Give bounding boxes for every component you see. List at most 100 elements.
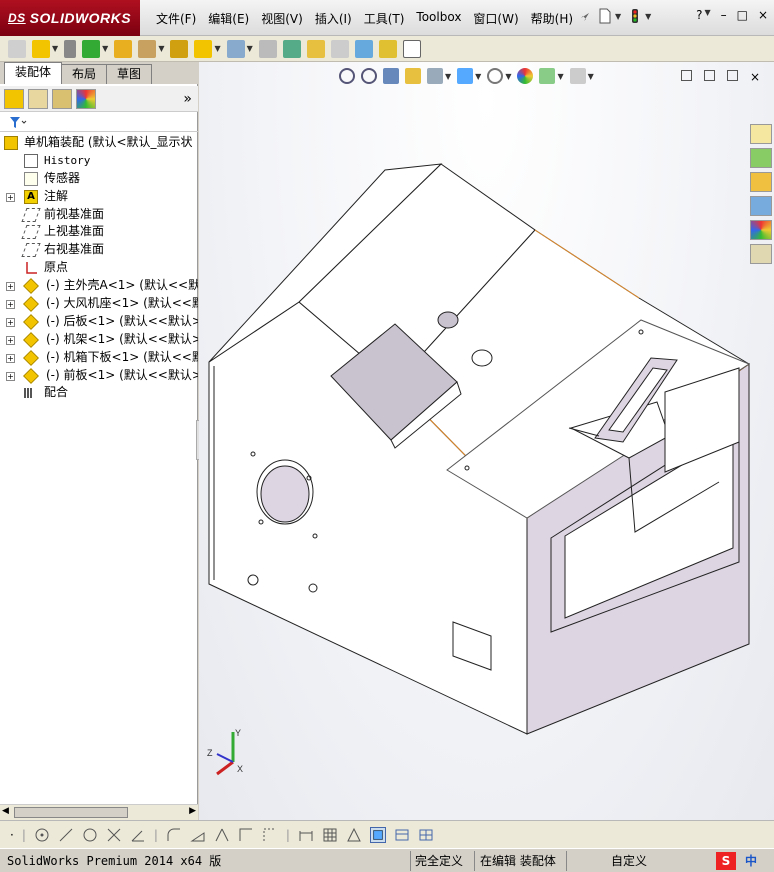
chevron-down-icon[interactable]: ▼ <box>615 12 621 21</box>
tree-item[interactable]: + (-) 机架<1> (默认<<默认>_显 <box>0 331 198 349</box>
chevron-down-icon[interactable]: ▼ <box>52 44 58 53</box>
chamfer-icon[interactable] <box>190 827 206 843</box>
expand-icon[interactable]: + <box>6 317 15 327</box>
new-motion-study-icon[interactable] <box>258 39 277 58</box>
tab-sketch[interactable]: 草图 <box>106 64 153 84</box>
ime-indicator[interactable]: S <box>716 852 736 870</box>
expand-icon[interactable]: + <box>6 282 15 292</box>
polygon-icon[interactable] <box>82 827 98 843</box>
smart-fasteners-icon[interactable] <box>114 39 133 58</box>
reference-geometry-icon[interactable] <box>226 39 245 58</box>
expand-icon[interactable]: + <box>6 192 15 202</box>
help-button[interactable]: ? <box>696 8 702 22</box>
point-icon[interactable]: · <box>10 828 14 842</box>
angle-icon[interactable] <box>130 827 146 843</box>
instant3d-icon[interactable] <box>402 39 421 58</box>
expand-icon[interactable]: + <box>6 300 15 310</box>
tree-item[interactable]: + (-) 大风机座<1> (默认<<默认 <box>0 295 198 313</box>
tab-assembly[interactable]: 装配体 <box>4 62 63 84</box>
tree-root[interactable]: 单机箱装配 (默认<默认_显示状 <box>0 134 198 152</box>
configuration-manager-icon[interactable] <box>52 88 72 109</box>
move-component-icon[interactable] <box>138 39 157 58</box>
horizontal-scrollbar[interactable]: ◀ ▶ <box>0 804 198 820</box>
expand-icon[interactable]: + <box>6 353 15 363</box>
cross-icon[interactable] <box>106 827 122 843</box>
expand-icon[interactable]: + <box>6 371 15 381</box>
graphics-area[interactable]: ▼ ▼ ▼ ▼ ▼ × Y X Z <box>199 62 774 820</box>
property-manager-icon[interactable] <box>28 88 48 109</box>
custom-properties-icon[interactable] <box>750 244 772 264</box>
new-document-icon[interactable] <box>597 8 613 24</box>
edit-component-icon[interactable] <box>8 39 26 58</box>
relation-icon[interactable] <box>346 827 362 843</box>
scroll-left-icon[interactable]: ◀ <box>2 806 9 816</box>
traffic-light-icon[interactable] <box>627 8 643 24</box>
exploded-view-icon[interactable] <box>306 39 325 58</box>
dimension-icon[interactable] <box>298 827 314 843</box>
scroll-thumb[interactable] <box>14 807 128 818</box>
chevron-down-icon[interactable]: ▼ <box>158 44 164 53</box>
corner-icon[interactable] <box>238 827 254 843</box>
menu-tools[interactable]: 工具(T) <box>358 10 411 27</box>
insert-component-icon[interactable] <box>32 39 50 58</box>
tree-item[interactable]: + (-) 机箱下板<1> (默认<<默认 <box>0 349 198 367</box>
scroll-right-icon[interactable]: ▶ <box>189 806 196 816</box>
tree-item[interactable]: 传感器 <box>0 170 198 188</box>
tree-item[interactable]: 右视基准面 <box>0 241 198 259</box>
tree-item[interactable]: History <box>0 152 198 170</box>
interference-detection-icon[interactable] <box>354 39 373 58</box>
grid-icon[interactable] <box>322 827 338 843</box>
line-icon[interactable] <box>58 827 74 843</box>
chevron-down-icon[interactable]: ▼ <box>704 8 710 22</box>
solidworks-resources-icon[interactable] <box>750 124 772 144</box>
bill-of-materials-icon[interactable] <box>282 39 301 58</box>
file-explorer-icon[interactable] <box>750 172 772 192</box>
3d-box-icon[interactable] <box>369 826 386 843</box>
pushpin-icon[interactable] <box>575 8 591 24</box>
tree-item[interactable]: 上视基准面 <box>0 223 198 241</box>
assembly-model[interactable] <box>199 62 774 820</box>
expand-icon[interactable]: + <box>6 335 15 345</box>
menu-view[interactable]: 视图(V) <box>255 10 309 27</box>
menu-file[interactable]: 文件(F) <box>150 10 202 27</box>
design-library-icon[interactable] <box>750 148 772 168</box>
explode-line-sketch-icon[interactable] <box>330 39 349 58</box>
menu-help[interactable]: 帮助(H) <box>525 10 579 27</box>
chevron-down-icon[interactable]: ▼ <box>214 44 220 53</box>
fillet-icon[interactable] <box>166 827 182 843</box>
menu-insert[interactable]: 插入(I) <box>309 10 358 27</box>
ime-language[interactable]: 中 <box>742 852 760 870</box>
appearances-icon[interactable] <box>750 220 772 240</box>
close-button[interactable]: × <box>758 8 768 22</box>
tree-item[interactable]: 配合 <box>0 384 198 402</box>
chevron-down-icon[interactable]: ▼ <box>645 12 651 21</box>
minimize-button[interactable]: – <box>721 8 727 22</box>
linear-pattern-icon[interactable] <box>82 39 101 58</box>
menu-window[interactable]: 窗口(W) <box>467 10 524 27</box>
expand-chevron-icon[interactable]: » <box>183 91 192 107</box>
display-manager-icon[interactable] <box>76 88 96 109</box>
filter-icon[interactable] <box>8 115 28 131</box>
tree-item[interactable]: 原点 <box>0 259 198 277</box>
point-tool-icon[interactable] <box>34 827 50 843</box>
assembly-features-icon[interactable] <box>194 39 213 58</box>
table-view-icon[interactable] <box>394 827 410 843</box>
units-selector[interactable]: 自定义 <box>608 852 650 870</box>
clearance-verification-icon[interactable] <box>378 39 397 58</box>
menu-toolbox[interactable]: Toolbox <box>410 10 467 27</box>
mirror-icon[interactable] <box>214 827 230 843</box>
tab-layout[interactable]: 布局 <box>61 64 108 84</box>
tree-item[interactable]: + (-) 主外壳A<1> (默认<<默认 <box>0 277 198 295</box>
tree-item[interactable]: 前视基准面 <box>0 206 198 224</box>
feature-manager-icon[interactable] <box>4 88 24 109</box>
tree-item[interactable]: + (-) 前板<1> (默认<<默认>_显 <box>0 367 198 385</box>
tile-icon[interactable] <box>418 827 434 843</box>
chevron-down-icon[interactable]: ▼ <box>102 44 108 53</box>
tree-item[interactable]: + (-) 后板<1> (默认<<默认>_显 <box>0 313 198 331</box>
menu-edit[interactable]: 编辑(E) <box>202 10 255 27</box>
tree-item[interactable]: + A 注解 <box>0 188 198 206</box>
solidworks-logo[interactable]: DS SOLIDWORKS <box>0 0 140 36</box>
dashed-corner-icon[interactable] <box>262 827 278 843</box>
view-palette-icon[interactable] <box>750 196 772 216</box>
maximize-button[interactable]: □ <box>737 8 748 22</box>
